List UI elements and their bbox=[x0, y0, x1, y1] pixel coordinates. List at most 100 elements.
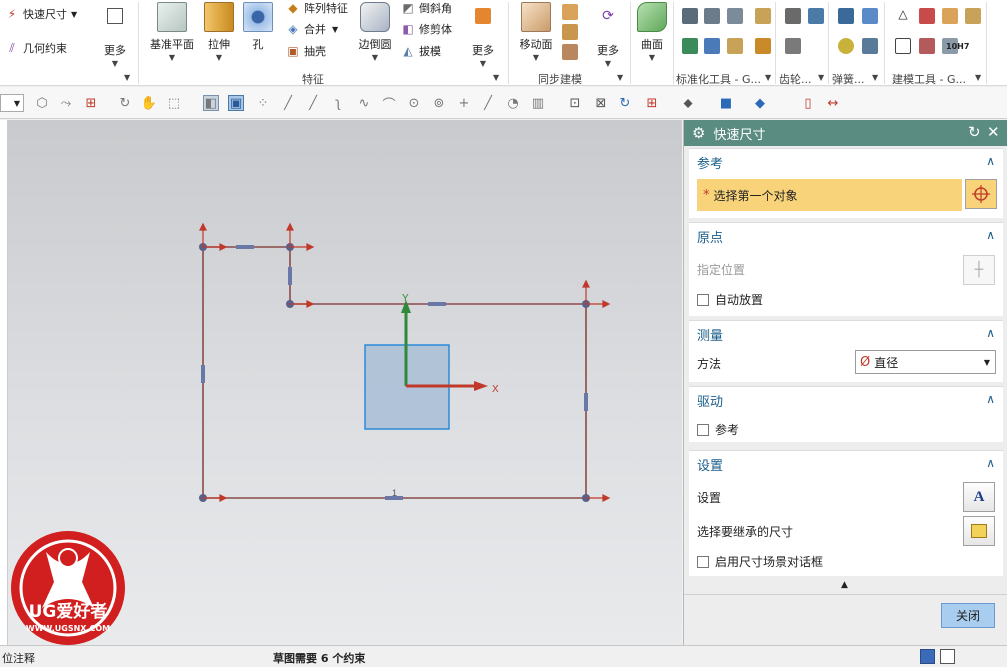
reference-header[interactable]: 参考 ∧ bbox=[689, 149, 1003, 175]
spring-tool-2-icon[interactable] bbox=[862, 8, 878, 24]
center-icon[interactable]: ⊚ bbox=[431, 95, 447, 111]
model-tool-5-icon[interactable] bbox=[895, 38, 911, 54]
method-dropdown[interactable]: Ø 直径 ▼ bbox=[855, 350, 996, 374]
collapse-icon[interactable]: ∧ bbox=[986, 154, 995, 168]
rect-select-icon[interactable]: ⬚ bbox=[166, 95, 182, 111]
std-tool-4-icon[interactable] bbox=[755, 8, 771, 24]
enable-scene-dialog-checkbox[interactable]: 启用尺寸场景对话框 bbox=[697, 553, 823, 570]
std-tool-2-icon[interactable] bbox=[704, 8, 720, 24]
shaded-icon[interactable]: ▣ bbox=[228, 95, 244, 111]
model-tool-3-icon[interactable] bbox=[942, 8, 958, 24]
cube-view-icon[interactable]: ■ bbox=[718, 95, 734, 111]
offset-region-icon[interactable] bbox=[562, 4, 578, 20]
collapse-icon[interactable]: ∧ bbox=[986, 326, 995, 340]
snap-point-icon[interactable]: ⊞ bbox=[83, 95, 99, 111]
spline-icon[interactable]: ∿ bbox=[356, 95, 372, 111]
refresh-view-icon[interactable]: ↻ bbox=[617, 95, 633, 111]
delete-face-icon[interactable] bbox=[562, 44, 578, 60]
graphics-window[interactable]: X Y 1 UG爱好者 WWW.UGSNX.COM bbox=[8, 120, 682, 645]
gear-tool-2-icon[interactable] bbox=[808, 8, 824, 24]
checkbox[interactable] bbox=[697, 555, 709, 568]
draft-button[interactable]: ◭ 拔模 bbox=[400, 43, 441, 59]
origin-header[interactable]: 原点 ∧ bbox=[689, 223, 1003, 249]
gear-tool-1-icon[interactable] bbox=[785, 8, 801, 24]
shaded-edge-icon[interactable]: ◧ bbox=[203, 95, 219, 111]
expand-icon[interactable]: ▼ bbox=[617, 73, 623, 82]
expand-icon[interactable]: ▼ bbox=[975, 73, 981, 82]
checkbox[interactable] bbox=[697, 293, 709, 306]
std-tool-1-icon[interactable] bbox=[682, 8, 698, 24]
specify-location-button[interactable]: ┼ bbox=[963, 255, 995, 285]
spring-tool-1-icon[interactable] bbox=[838, 8, 854, 24]
auto-place-checkbox[interactable]: 自动放置 bbox=[697, 291, 763, 308]
select-first-object-field[interactable]: * 选择第一个对象 bbox=[697, 179, 962, 211]
triangle-tool-button[interactable]: △ bbox=[895, 6, 914, 22]
line-icon[interactable]: ╱ bbox=[280, 95, 296, 111]
collapse-more-icon[interactable]: ▲ bbox=[841, 580, 848, 590]
chamfer-button[interactable]: ◩ 倒斜角 bbox=[400, 0, 452, 16]
surface-button[interactable]: 曲面 ▼ bbox=[636, 2, 668, 62]
fit-view-icon[interactable]: ⊡ bbox=[567, 95, 583, 111]
select-object-button[interactable] bbox=[965, 179, 997, 209]
text-settings-button[interactable]: A bbox=[963, 482, 995, 512]
sketch-more-button[interactable]: 更多 ▼ bbox=[100, 6, 130, 68]
select-face-icon[interactable]: ⬡ bbox=[34, 95, 50, 111]
feature-more-button[interactable]: 更多 ▼ bbox=[468, 6, 498, 68]
orient-view-icon[interactable]: ⊞ bbox=[644, 95, 660, 111]
grid-snap-icon[interactable]: ▥ bbox=[530, 95, 546, 111]
expand-icon[interactable]: ▼ bbox=[818, 73, 824, 82]
measure-icon[interactable]: ↔ bbox=[825, 95, 841, 111]
expand-icon[interactable]: ▼ bbox=[124, 73, 130, 82]
spring-tool-3-icon[interactable] bbox=[838, 38, 854, 54]
sync-more-button[interactable]: ⟳ 更多 ▼ bbox=[593, 6, 623, 68]
model-tool-6-icon[interactable] bbox=[919, 38, 935, 54]
points-icon[interactable]: ⁘ bbox=[255, 95, 271, 111]
measure-header[interactable]: 测量 ∧ bbox=[689, 321, 1003, 347]
model-tool-4-icon[interactable] bbox=[965, 8, 981, 24]
expand-icon[interactable]: ▼ bbox=[872, 73, 878, 82]
arc-icon[interactable]: ⌒ bbox=[381, 95, 397, 113]
expand-icon[interactable]: ▼ bbox=[765, 73, 771, 82]
shell-button[interactable]: ▣ 抽壳 bbox=[285, 43, 326, 59]
replace-face-icon[interactable] bbox=[562, 24, 578, 40]
unite-button[interactable]: ◈ 合并 ▼ bbox=[285, 21, 338, 37]
pattern-feature-button[interactable]: ◆ 阵列特征 bbox=[285, 0, 348, 16]
extrude-button[interactable]: 拉伸 ▼ bbox=[202, 2, 236, 62]
quadrant-icon[interactable]: ◔ bbox=[505, 95, 521, 111]
trim-body-button[interactable]: ◧ 修剪体 bbox=[400, 21, 452, 37]
spring-tool-4-icon[interactable] bbox=[862, 38, 878, 54]
inherit-dimension-button[interactable] bbox=[963, 516, 995, 546]
driving-header[interactable]: 驱动 ∧ bbox=[689, 387, 1003, 413]
close-button[interactable]: 关闭 bbox=[941, 603, 995, 628]
checkbox[interactable] bbox=[697, 423, 709, 436]
circle-icon[interactable]: ⊙ bbox=[406, 95, 422, 111]
move-face-button[interactable]: 移动面 ▼ bbox=[515, 2, 557, 62]
edge-blend-button[interactable]: 边倒圆 ▼ bbox=[356, 2, 394, 62]
model-tool-2-icon[interactable] bbox=[919, 8, 935, 24]
driving-reference-checkbox[interactable]: 参考 bbox=[697, 421, 739, 438]
rotate-icon[interactable]: ↻ bbox=[117, 95, 133, 111]
collapse-icon[interactable]: ∧ bbox=[986, 228, 995, 242]
status-icon-2[interactable] bbox=[940, 649, 955, 664]
datum-plane-button[interactable]: 基准平面 ▼ bbox=[148, 2, 196, 62]
line-2-icon[interactable]: ╱ bbox=[305, 95, 321, 111]
reset-icon[interactable]: ↻ bbox=[968, 123, 981, 141]
std-tool-8-icon[interactable] bbox=[755, 38, 771, 54]
collapse-icon[interactable]: ∧ bbox=[986, 456, 995, 470]
pan-icon[interactable]: ✋ bbox=[141, 95, 157, 111]
filter-dropdown[interactable]: ▼ bbox=[0, 94, 24, 112]
curve-icon[interactable]: ʅ bbox=[330, 95, 346, 111]
section-view-icon[interactable]: ▯ bbox=[800, 95, 816, 111]
expand-icon[interactable]: ▼ bbox=[493, 73, 499, 82]
std-tool-5-icon[interactable] bbox=[682, 38, 698, 54]
std-tool-6-icon[interactable] bbox=[704, 38, 720, 54]
settings-header[interactable]: 设置 ∧ bbox=[689, 451, 1003, 477]
close-icon[interactable]: ✕ bbox=[987, 123, 1000, 141]
slash-icon[interactable]: ╱ bbox=[480, 95, 496, 111]
std-tool-7-icon[interactable] bbox=[727, 38, 743, 54]
select-edge-icon[interactable]: ⤳ bbox=[58, 95, 74, 111]
cross-icon[interactable]: + bbox=[456, 95, 472, 111]
tolerance-badge[interactable]: 10H7 bbox=[946, 42, 969, 51]
zoom-icon[interactable]: ⊠ bbox=[593, 95, 609, 111]
layer-icon[interactable]: ◆ bbox=[752, 95, 768, 111]
